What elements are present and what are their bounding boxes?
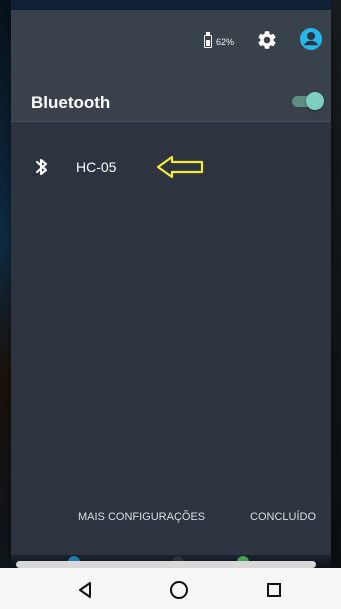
pull-handle[interactable]	[16, 561, 316, 568]
bluetooth-icon	[35, 158, 48, 176]
battery-icon	[204, 35, 212, 48]
more-settings-button[interactable]: MAIS CONFIGURAÇÕES	[78, 511, 205, 523]
wallpaper-left-edge	[0, 0, 11, 609]
bluetooth-toggle[interactable]	[291, 92, 325, 110]
done-button[interactable]: CONCLUÍDO	[250, 511, 316, 523]
page-title: Bluetooth	[31, 93, 111, 112]
bluetooth-header: Bluetooth	[11, 64, 331, 121]
recent-apps-icon[interactable]	[262, 578, 286, 602]
arrow-left-icon	[156, 155, 204, 179]
divider	[11, 121, 331, 122]
back-icon[interactable]	[73, 578, 97, 602]
status-strip: 62%	[11, 10, 331, 64]
gear-icon[interactable]	[256, 29, 278, 51]
device-row-hc-05[interactable]: HC-05	[11, 148, 331, 186]
home-icon[interactable]	[167, 578, 191, 602]
bluetooth-quick-settings-panel: 62% Bluetooth HC-05 MAIS CONFIGURAÇÕES C…	[11, 10, 331, 555]
navigation-bar	[0, 568, 341, 609]
panel-actions: MAIS CONFIGURAÇÕES CONCLUÍDO	[11, 507, 331, 531]
device-name: HC-05	[76, 159, 117, 175]
phone-screen: 62% Bluetooth HC-05 MAIS CONFIGURAÇÕES C…	[0, 0, 341, 609]
toggle-thumb	[306, 92, 324, 110]
battery-percent: 62%	[216, 37, 235, 47]
account-icon[interactable]	[299, 27, 323, 51]
wallpaper-right-edge	[331, 0, 341, 609]
